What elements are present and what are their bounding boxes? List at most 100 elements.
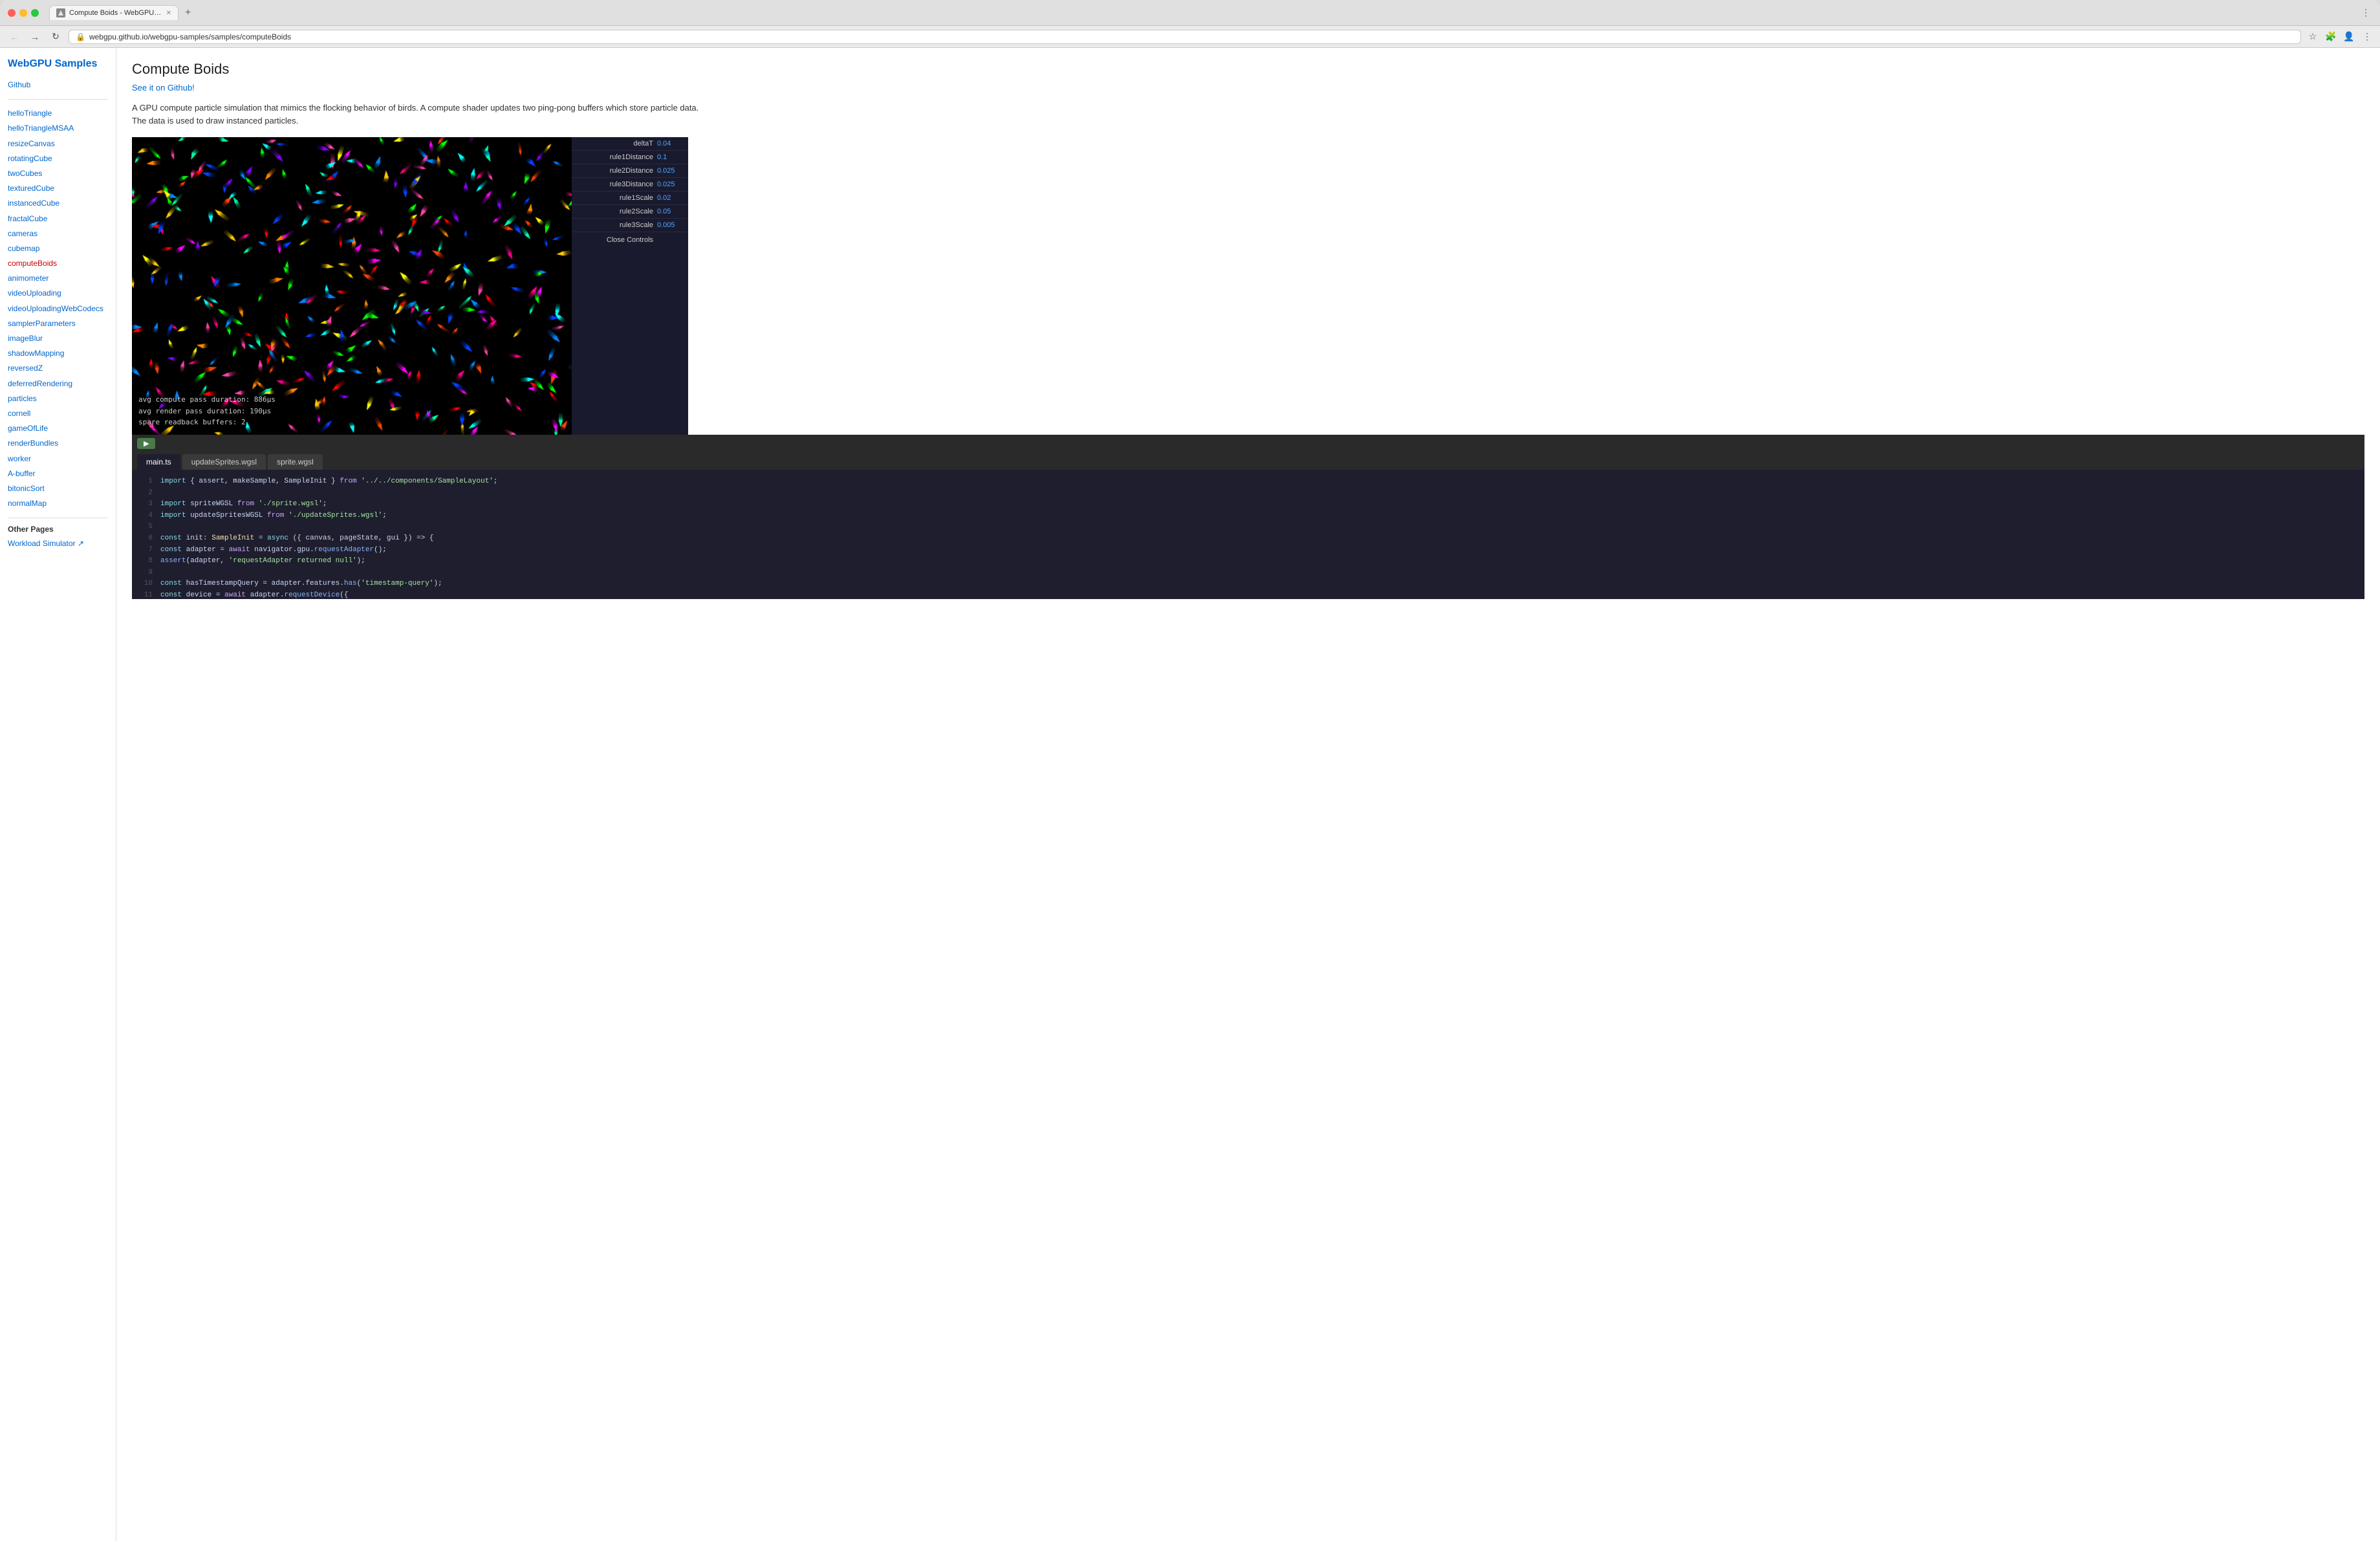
extensions-icon[interactable]: 🧩 xyxy=(2324,30,2337,43)
line-number: 2 xyxy=(137,488,153,499)
title-bar: Compute Boids - WebGPU S… ✕ + ⋮ xyxy=(0,0,2380,26)
sidebar-item-bitonicSort[interactable]: bitonicSort xyxy=(8,481,108,496)
control-label: rule3Scale xyxy=(577,221,653,229)
code-tabs: main.tsupdateSprites.wgslsprite.wgsl xyxy=(132,452,2364,470)
line-number: 1 xyxy=(137,476,153,488)
sidebar-item-videoUploadingWebCodecs[interactable]: videoUploadingWebCodecs xyxy=(8,301,108,316)
minimize-button[interactable] xyxy=(19,9,27,17)
particle-canvas xyxy=(132,137,572,435)
canvas-container: avg compute pass duration: 886µs avg ren… xyxy=(132,137,572,435)
sidebar: WebGPU Samples Github helloTrianglehello… xyxy=(0,48,116,1541)
sidebar-item-videoUploading[interactable]: videoUploading xyxy=(8,286,108,301)
line-content: const init: SampleInit = async ({ canvas… xyxy=(160,533,434,545)
profile-icon[interactable]: 👤 xyxy=(2342,30,2355,43)
line-number: 10 xyxy=(137,578,153,590)
stat-buffers: spare readback buffers: 2 xyxy=(138,417,276,428)
description-text: A GPU compute particle simulation that m… xyxy=(132,102,714,127)
sidebar-item-animometer[interactable]: animometer xyxy=(8,271,108,286)
code-line: 10 const hasTimestampQuery = adapter.fea… xyxy=(132,578,2364,590)
address-bar-row: ← → ↻ 🔒 webgpu.github.io/webgpu-samples/… xyxy=(0,26,2380,48)
controls-list: deltaT0.04rule1Distance0.1rule2Distance0… xyxy=(572,137,688,232)
see-on-github-link[interactable]: See it on Github! xyxy=(132,83,2364,93)
nav-list: helloTrianglehelloTriangleMSAAresizeCanv… xyxy=(8,106,108,511)
code-block: 1import { assert, makeSample, SampleInit… xyxy=(132,470,2364,599)
new-tab-button[interactable]: + xyxy=(181,6,195,20)
stats-overlay: avg compute pass duration: 886µs avg ren… xyxy=(138,394,276,428)
sidebar-item-fractalCube[interactable]: fractalCube xyxy=(8,212,108,226)
run-button[interactable]: ▶ xyxy=(137,438,155,449)
browser-tab[interactable]: Compute Boids - WebGPU S… ✕ xyxy=(49,5,178,20)
tab-favicon xyxy=(56,8,65,17)
control-label: rule1Distance xyxy=(577,153,653,161)
control-value: 0.025 xyxy=(657,167,683,175)
control-label: rule3Distance xyxy=(577,180,653,188)
line-number: 4 xyxy=(137,510,153,522)
control-label: rule2Distance xyxy=(577,167,653,175)
sidebar-item-cubemap[interactable]: cubemap xyxy=(8,241,108,256)
main-content: Compute Boids See it on Github! A GPU co… xyxy=(116,48,2380,1541)
traffic-lights xyxy=(8,9,39,17)
brand-link[interactable]: WebGPU Samples xyxy=(8,58,108,70)
sidebar-item-particles[interactable]: particles xyxy=(8,391,108,406)
tab-title: Compute Boids - WebGPU S… xyxy=(69,9,162,17)
sidebar-item-texturedCube[interactable]: texturedCube xyxy=(8,181,108,196)
address-bar[interactable]: 🔒 webgpu.github.io/webgpu-samples/sample… xyxy=(69,30,2301,44)
code-tab-sprite.wgsl[interactable]: sprite.wgsl xyxy=(268,454,323,470)
sidebar-item-computeBoids[interactable]: computeBoids xyxy=(8,256,108,271)
more-icon[interactable]: ⋮ xyxy=(2361,30,2374,43)
code-section: ▶ main.tsupdateSprites.wgslsprite.wgsl 1… xyxy=(132,435,2364,599)
code-line: 7 const adapter = await navigator.gpu.re… xyxy=(132,545,2364,556)
browser-menu-icon[interactable]: ⋮ xyxy=(2359,6,2372,19)
sidebar-item-instancedCube[interactable]: instancedCube xyxy=(8,196,108,211)
tab-close-icon[interactable]: ✕ xyxy=(166,10,171,17)
control-value: 0.02 xyxy=(657,194,683,202)
sidebar-item-cameras[interactable]: cameras xyxy=(8,226,108,241)
sidebar-item-resizeCanvas[interactable]: resizeCanvas xyxy=(8,137,108,151)
workload-simulator-link[interactable]: Workload Simulator ↗ xyxy=(8,538,108,549)
sidebar-item-gameOfLife[interactable]: gameOfLife xyxy=(8,421,108,436)
sidebar-item-rotatingCube[interactable]: rotatingCube xyxy=(8,151,108,166)
close-controls-button[interactable]: Close Controls xyxy=(572,232,688,248)
sidebar-item-cornell[interactable]: cornell xyxy=(8,406,108,421)
reload-button[interactable]: ↻ xyxy=(48,29,63,45)
control-value: 0.04 xyxy=(657,140,683,148)
controls-panel: deltaT0.04rule1Distance0.1rule2Distance0… xyxy=(572,137,688,435)
control-value: 0.05 xyxy=(657,208,683,215)
line-content: const hasTimestampQuery = adapter.featur… xyxy=(160,578,442,590)
bookmark-icon[interactable]: ☆ xyxy=(2306,30,2319,43)
code-line: 9 xyxy=(132,567,2364,579)
control-value: 0.025 xyxy=(657,180,683,188)
code-tab-updateSprites.wgsl[interactable]: updateSprites.wgsl xyxy=(182,454,266,470)
sidebar-item-A-buffer[interactable]: A-buffer xyxy=(8,466,108,481)
sidebar-item-worker[interactable]: worker xyxy=(8,452,108,466)
sidebar-item-normalMap[interactable]: normalMap xyxy=(8,496,108,511)
code-line: 5 xyxy=(132,521,2364,533)
sidebar-item-reversedZ[interactable]: reversedZ xyxy=(8,361,108,376)
back-button[interactable]: ← xyxy=(6,29,22,45)
github-link[interactable]: Github xyxy=(8,78,108,93)
code-line: 8 assert(adapter, 'requestAdapter return… xyxy=(132,556,2364,567)
code-tab-main.ts[interactable]: main.ts xyxy=(137,454,180,470)
sidebar-item-renderBundles[interactable]: renderBundles xyxy=(8,436,108,451)
maximize-button[interactable] xyxy=(31,9,39,17)
line-number: 3 xyxy=(137,499,153,510)
sidebar-item-helloTriangleMSAA[interactable]: helloTriangleMSAA xyxy=(8,121,108,136)
code-line: 6const init: SampleInit = async ({ canva… xyxy=(132,533,2364,545)
close-button[interactable] xyxy=(8,9,16,17)
sidebar-item-shadowMapping[interactable]: shadowMapping xyxy=(8,346,108,361)
sidebar-item-helloTriangle[interactable]: helloTriangle xyxy=(8,106,108,121)
sidebar-item-imageBlur[interactable]: imageBlur xyxy=(8,331,108,346)
run-btn-area: ▶ xyxy=(132,435,2364,452)
control-row-rule3Scale: rule3Scale0.005 xyxy=(572,219,688,232)
sidebar-item-deferredRendering[interactable]: deferredRendering xyxy=(8,377,108,391)
sidebar-item-samplerParameters[interactable]: samplerParameters xyxy=(8,316,108,331)
code-line: 11 const device = await adapter.requestD… xyxy=(132,590,2364,599)
code-line: 3import spriteWGSL from './sprite.wgsl'; xyxy=(132,499,2364,510)
browser-window: Compute Boids - WebGPU S… ✕ + ⋮ ← → ↻ 🔒 … xyxy=(0,0,2380,1541)
sidebar-item-twoCubes[interactable]: twoCubes xyxy=(8,166,108,181)
code-line: 4import updateSpritesWGSL from './update… xyxy=(132,510,2364,522)
forward-button[interactable]: → xyxy=(27,29,43,45)
control-row-rule3Distance: rule3Distance 0.025 xyxy=(572,178,688,191)
line-content: assert(adapter, 'requestAdapter returned… xyxy=(160,556,365,567)
control-row-rule2Distance: rule2Distance 0.025 xyxy=(572,164,688,178)
